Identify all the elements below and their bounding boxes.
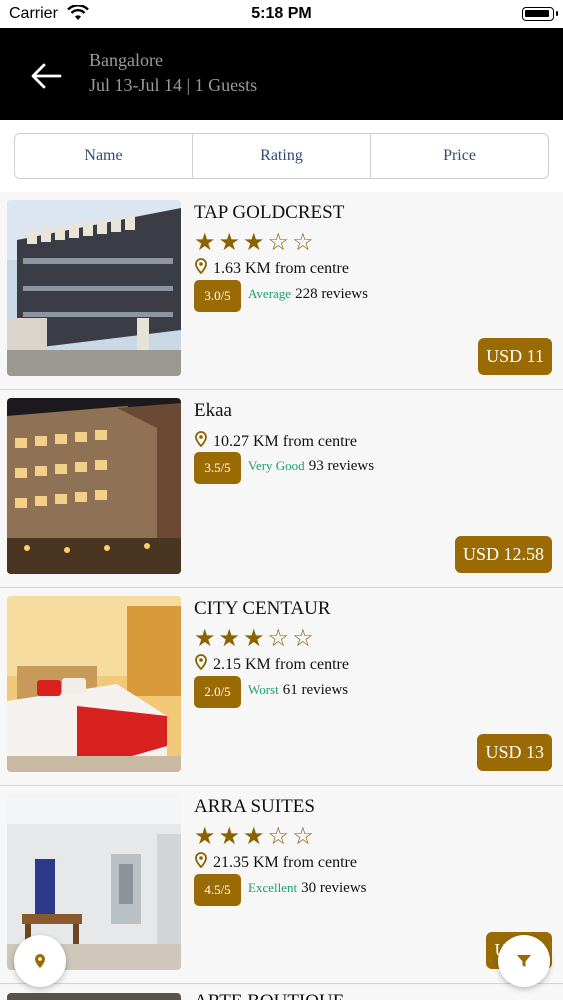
- review-summary: Very Good 93 reviews: [248, 458, 374, 475]
- star-rating: ★★★☆☆: [194, 626, 317, 652]
- distance-from-centre: 2.15 KM from centre: [194, 654, 349, 674]
- hotel-photo: [7, 398, 181, 574]
- rating-badge: 4.5/5: [194, 874, 241, 906]
- review-count: 93 reviews: [308, 458, 375, 474]
- hotel-name: ARTE BOUTIQUE: [194, 991, 344, 1000]
- hotel-card[interactable]: CITY CENTAUR ★★★☆☆ 2.15 KM from centre 2…: [0, 588, 563, 786]
- hotel-card-partial[interactable]: ARTE BOUTIQUE: [0, 987, 563, 1000]
- location-pin-icon: [195, 431, 207, 447]
- distance-from-centre: 10.27 KM from centre: [194, 431, 357, 451]
- clock: 5:18 PM: [251, 5, 312, 22]
- review-summary: Excellent 30 reviews: [248, 880, 367, 897]
- rating-badge: 2.0/5: [194, 676, 241, 708]
- price-badge[interactable]: USD 12.58: [454, 536, 552, 573]
- location-pin-icon: [195, 852, 207, 868]
- rating-label: Average: [248, 286, 292, 301]
- rating-label: Worst: [248, 682, 279, 697]
- distance-text: 21.35 KM from centre: [213, 854, 357, 871]
- rating-label: Very Good: [248, 458, 305, 473]
- hotel-name: Ekaa: [194, 400, 232, 421]
- city-name: Bangalore: [89, 50, 163, 70]
- sort-by-price[interactable]: Price: [371, 134, 548, 178]
- review-count: 228 reviews: [295, 286, 368, 302]
- location-pin-icon: [195, 654, 207, 670]
- stay-summary: Jul 13-Jul 14 | 1 Guests: [89, 75, 258, 95]
- review-count: 30 reviews: [301, 880, 367, 896]
- hotel-photo: [7, 200, 181, 376]
- star-rating: ★★★☆☆: [194, 824, 317, 850]
- distance-text: 2.15 KM from centre: [213, 656, 349, 673]
- price-badge[interactable]: USD 11: [478, 338, 552, 375]
- arrow-left-icon: [31, 63, 62, 89]
- hotel-list: TAP GOLDCREST ★★★☆☆ 1.63 KM from centre …: [0, 192, 563, 984]
- hotel-card[interactable]: Ekaa 10.27 KM from centre 3.5/5 Very Goo…: [0, 390, 563, 588]
- sort-by-name[interactable]: Name: [15, 134, 193, 178]
- star-rating: ★★★☆☆: [194, 230, 317, 256]
- review-count: 61 reviews: [282, 682, 349, 698]
- rating-badge: 3.0/5: [194, 280, 241, 312]
- map-view-button[interactable]: [14, 935, 66, 987]
- rating-badge: 3.5/5: [194, 452, 241, 484]
- hotel-card[interactable]: ARRA SUITES ★★★☆☆ 21.35 KM from centre 4…: [0, 786, 563, 984]
- review-summary: Worst 61 reviews: [248, 682, 348, 699]
- distance-text: 1.63 KM from centre: [213, 260, 349, 277]
- review-summary: Average 228 reviews: [248, 286, 368, 303]
- hotel-photo: [7, 596, 181, 772]
- hotel-name: ARRA SUITES: [194, 796, 315, 817]
- location-pin-icon: [195, 258, 207, 274]
- distance-from-centre: 21.35 KM from centre: [194, 852, 357, 872]
- search-header: Bangalore Jul 13-Jul 14 | 1 Guests: [0, 28, 563, 120]
- battery-icon: [522, 7, 558, 21]
- rating-label: Excellent: [248, 880, 298, 895]
- map-pin-icon: [35, 954, 45, 968]
- back-button[interactable]: [26, 56, 66, 96]
- sort-segmented-control: Name Rating Price: [14, 133, 549, 179]
- price-badge[interactable]: USD 13: [477, 734, 552, 771]
- hotel-name: CITY CENTAUR: [194, 598, 331, 619]
- hotel-photo: [7, 993, 181, 1000]
- hotel-card[interactable]: TAP GOLDCREST ★★★☆☆ 1.63 KM from centre …: [0, 192, 563, 390]
- distance-text: 10.27 KM from centre: [213, 433, 357, 450]
- filter-button[interactable]: [498, 935, 550, 987]
- distance-from-centre: 1.63 KM from centre: [194, 258, 349, 278]
- sort-bar: Name Rating Price: [0, 120, 563, 192]
- filter-icon: [517, 955, 531, 967]
- status-bar: Carrier 5:18 PM: [0, 0, 563, 28]
- sort-by-rating[interactable]: Rating: [193, 134, 371, 178]
- hotel-name: TAP GOLDCREST: [194, 202, 345, 223]
